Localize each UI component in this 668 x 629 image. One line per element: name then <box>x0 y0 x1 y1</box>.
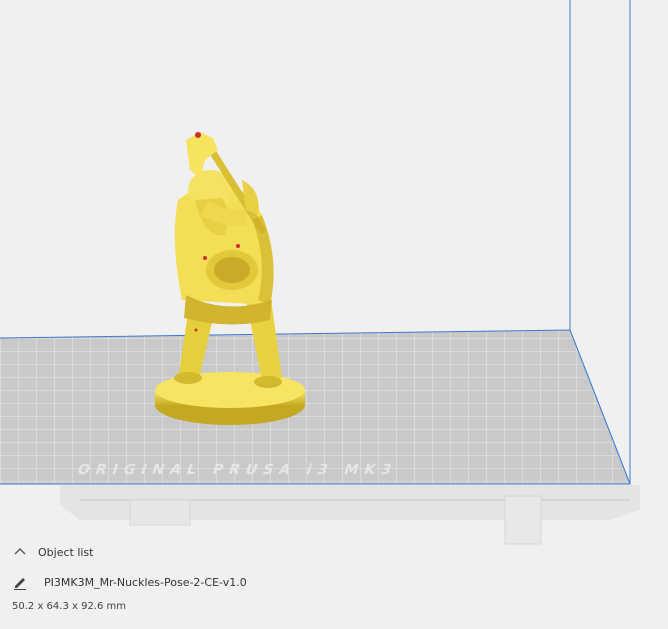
printer-base <box>60 485 640 545</box>
object-dimensions: 50.2 x 64.3 x 92.6 mm <box>12 601 127 612</box>
3d-viewport[interactable]: ORIGINAL PRUSA i3 MK3 <box>0 0 668 625</box>
scene-canvas[interactable]: ORIGINAL PRUSA i3 MK3 <box>0 0 668 625</box>
object-list-toggle[interactable]: Object list <box>12 544 93 560</box>
build-plate: ORIGINAL PRUSA i3 MK3 <box>0 329 631 485</box>
chevron-up-icon[interactable] <box>12 544 28 560</box>
object-row[interactable]: PI3MK3M_Mr-Nuckles-Pose-2-CE-v1.0 <box>12 574 247 590</box>
model-miniature[interactable] <box>155 132 305 425</box>
object-list-label: Object list <box>38 545 94 559</box>
object-name: PI3MK3M_Mr-Nuckles-Pose-2-CE-v1.0 <box>44 575 247 589</box>
pencil-icon[interactable] <box>12 574 28 590</box>
plate-watermark: ORIGINAL PRUSA i3 MK3 <box>75 462 399 478</box>
object-dimensions-row: 50.2 x 64.3 x 92.6 mm <box>12 601 126 612</box>
object-list-panel: Object list PI3MK3M_Mr-Nuckles-Pose-2-CE… <box>0 538 668 625</box>
